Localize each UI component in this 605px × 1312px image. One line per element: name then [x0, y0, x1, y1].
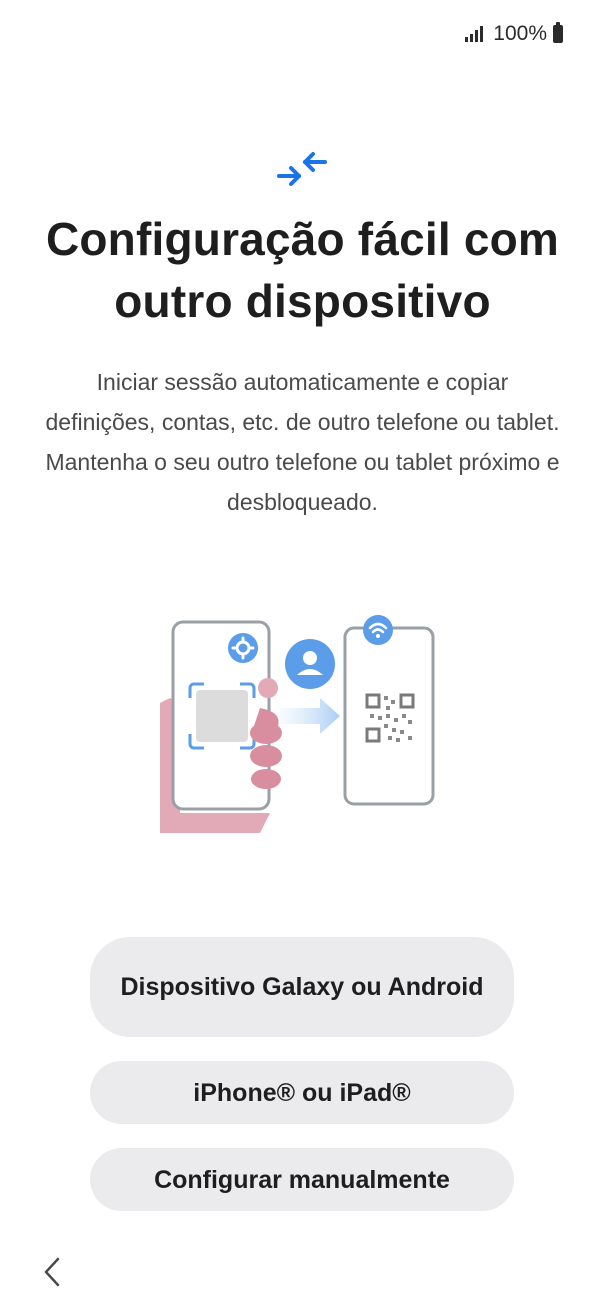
galaxy-android-button[interactable]: Dispositivo Galaxy ou Android — [90, 937, 514, 1037]
manual-setup-button[interactable]: Configurar manualmente — [90, 1148, 514, 1211]
wifi-icon — [363, 615, 393, 645]
settings-gear-icon — [228, 633, 258, 663]
qr-code-icon — [365, 693, 415, 743]
page-description: Iniciar sessão automaticamente e copiar … — [45, 369, 560, 515]
back-button[interactable] — [34, 1252, 70, 1292]
battery-percentage: 100% — [493, 22, 547, 45]
iphone-ipad-button[interactable]: iPhone® ou iPad® — [90, 1061, 514, 1124]
device-transfer-illustration — [150, 608, 450, 838]
user-avatar-icon — [285, 639, 335, 689]
arrow-right-icon — [280, 698, 340, 734]
transfer-arrows-icon — [277, 150, 329, 190]
phone-in-hand-icon — [160, 620, 282, 833]
chevron-left-icon — [44, 1257, 60, 1287]
signal-icon — [465, 26, 484, 42]
status-indicators: 100% — [465, 22, 563, 46]
page-title: Configuração fácil com outro dispositivo — [45, 213, 560, 327]
battery-icon — [553, 22, 563, 43]
status-bar: 100% — [0, 0, 605, 70]
